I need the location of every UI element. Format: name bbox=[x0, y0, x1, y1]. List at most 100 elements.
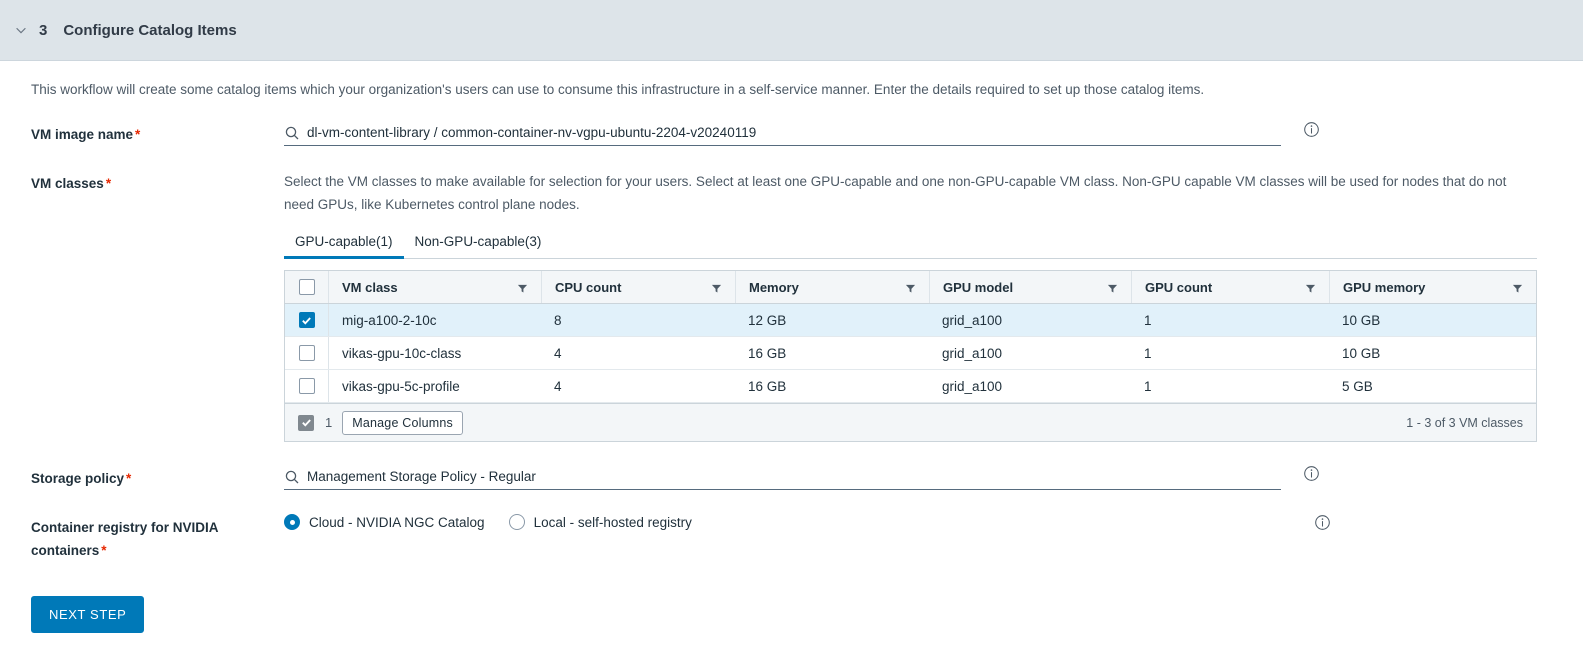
vm-image-name-value: dl-vm-content-library / common-container… bbox=[307, 125, 757, 140]
cell-gpu-model: grid_a100 bbox=[942, 345, 1003, 361]
column-header-gpu-count[interactable]: GPU count bbox=[1131, 271, 1329, 303]
vm-classes-table: VM class CPU count Memory GPU model GPU … bbox=[284, 270, 1537, 442]
storage-policy-row: Storage policy * Management Storage Polic… bbox=[0, 465, 1583, 490]
storage-policy-value: Management Storage Policy - Regular bbox=[307, 469, 536, 484]
select-all-header-cell bbox=[285, 271, 328, 303]
row-select-cell bbox=[285, 304, 328, 336]
cell-cpu-count: 4 bbox=[554, 345, 562, 361]
tab-non-gpu-capable[interactable]: Non-GPU-capable(3) bbox=[404, 230, 553, 259]
vm-classes-tabs: GPU-capable(1) Non-GPU-capable(3) bbox=[284, 230, 1537, 259]
radio-option-cloud-label: Cloud - NVIDIA NGC Catalog bbox=[309, 514, 485, 530]
vm-image-name-label-text: VM image name bbox=[31, 127, 134, 142]
cell-gpu-count: 1 bbox=[1144, 378, 1152, 394]
vm-image-name-row: VM image name * dl-vm-content-library / c… bbox=[0, 121, 1583, 146]
table-row[interactable]: vikas-gpu-5c-profile 4 16 GB grid_a100 1… bbox=[285, 370, 1536, 403]
table-row[interactable]: mig-a100-2-10c 8 12 GB grid_a100 1 10 GB bbox=[285, 304, 1536, 337]
required-asterisk: * bbox=[105, 176, 112, 191]
row-select-cell bbox=[285, 337, 328, 369]
container-registry-label: Container registry for NVIDIA containers… bbox=[31, 514, 284, 562]
column-header-gpu-memory-label: GPU memory bbox=[1343, 279, 1426, 295]
container-registry-field-col: Cloud - NVIDIA NGC Catalog Local - self-… bbox=[284, 514, 1583, 531]
filter-icon[interactable] bbox=[517, 282, 528, 293]
column-header-gpu-model[interactable]: GPU model bbox=[929, 271, 1131, 303]
cell-memory: 16 GB bbox=[748, 345, 787, 361]
column-header-gpu-count-label: GPU count bbox=[1145, 279, 1213, 295]
cell-gpu-count: 1 bbox=[1144, 312, 1152, 328]
cell-vm-class: mig-a100-2-10c bbox=[328, 304, 541, 336]
cell-vm-class: vikas-gpu-10c-class bbox=[328, 337, 541, 369]
column-header-vm-class-label: VM class bbox=[342, 279, 398, 295]
filter-icon[interactable] bbox=[905, 282, 916, 293]
info-circle-icon[interactable] bbox=[1303, 121, 1320, 138]
cell-memory: 16 GB bbox=[748, 378, 787, 394]
vm-classes-helper-text: Select the VM classes to make available … bbox=[284, 174, 1507, 212]
filter-icon[interactable] bbox=[711, 282, 722, 293]
storage-policy-field-col: Management Storage Policy - Regular bbox=[284, 465, 1583, 490]
cell-vm-class: vikas-gpu-5c-profile bbox=[328, 370, 541, 402]
radio-option-cloud[interactable]: Cloud - NVIDIA NGC Catalog bbox=[284, 514, 485, 530]
cell-cpu-count: 4 bbox=[554, 378, 562, 394]
table-footer: 1 Manage Columns 1 - 3 of 3 VM classes bbox=[285, 403, 1536, 441]
column-header-cpu-count-label: CPU count bbox=[555, 279, 622, 295]
manage-columns-button[interactable]: Manage Columns bbox=[342, 410, 464, 435]
cell-gpu-memory: 5 GB bbox=[1342, 378, 1373, 394]
vm-classes-label-text: VM classes bbox=[31, 176, 104, 191]
cell-gpu-model: grid_a100 bbox=[942, 378, 1003, 394]
vm-image-name-input[interactable]: dl-vm-content-library / common-container… bbox=[284, 121, 1281, 146]
vm-image-name-label: VM image name * bbox=[31, 121, 284, 146]
row-checkbox[interactable] bbox=[298, 312, 315, 328]
column-header-cpu-count[interactable]: CPU count bbox=[541, 271, 735, 303]
vm-image-name-field-col: dl-vm-content-library / common-container… bbox=[284, 121, 1583, 146]
vm-classes-field-col: Select the VM classes to make available … bbox=[284, 170, 1583, 442]
section-header: 3 Configure Catalog Items bbox=[0, 0, 1583, 61]
column-header-vm-class[interactable]: VM class bbox=[328, 271, 541, 303]
next-step-button[interactable]: NEXT STEP bbox=[31, 596, 145, 633]
info-circle-icon[interactable] bbox=[1303, 465, 1320, 482]
chevron-down-icon[interactable] bbox=[10, 19, 32, 41]
search-icon bbox=[284, 125, 300, 141]
form-content: This workflow will create some catalog i… bbox=[0, 61, 1583, 633]
filter-icon[interactable] bbox=[1107, 282, 1118, 293]
vm-classes-row: VM classes * Select the VM classes to mak… bbox=[0, 170, 1583, 442]
container-registry-label-line2-wrap: containers * bbox=[31, 539, 284, 562]
row-checkbox[interactable] bbox=[298, 378, 315, 394]
container-registry-label-line2: containers bbox=[31, 543, 100, 558]
storage-policy-label-text: Storage policy bbox=[31, 471, 125, 486]
column-header-gpu-memory[interactable]: GPU memory bbox=[1329, 271, 1536, 303]
container-registry-row: Container registry for NVIDIA containers… bbox=[0, 514, 1583, 562]
selected-count: 1 bbox=[325, 415, 333, 430]
container-registry-radio-group: Cloud - NVIDIA NGC Catalog Local - self-… bbox=[284, 514, 716, 530]
column-header-memory-label: Memory bbox=[749, 279, 799, 295]
column-header-gpu-model-label: GPU model bbox=[943, 279, 1014, 295]
info-circle-icon[interactable] bbox=[1314, 514, 1331, 531]
storage-policy-input[interactable]: Management Storage Policy - Regular bbox=[284, 465, 1281, 490]
filter-icon[interactable] bbox=[1305, 282, 1316, 293]
radio-button-local[interactable] bbox=[508, 514, 525, 530]
container-registry-label-line1: Container registry for NVIDIA bbox=[31, 520, 219, 535]
search-icon bbox=[284, 469, 300, 485]
radio-option-local-label: Local - self-hosted registry bbox=[533, 514, 692, 530]
radio-option-local[interactable]: Local - self-hosted registry bbox=[508, 514, 692, 530]
step-number: 3 bbox=[39, 21, 48, 39]
vm-classes-label: VM classes * bbox=[31, 170, 284, 195]
tab-gpu-capable[interactable]: GPU-capable(1) bbox=[284, 230, 404, 259]
column-header-memory[interactable]: Memory bbox=[735, 271, 929, 303]
storage-policy-field-wrap: Management Storage Policy - Regular bbox=[284, 465, 1583, 490]
actions-row: NEXT STEP bbox=[0, 596, 1583, 633]
select-all-checkbox[interactable] bbox=[298, 279, 315, 295]
required-asterisk: * bbox=[135, 127, 141, 142]
required-asterisk: * bbox=[126, 471, 132, 486]
cell-memory: 12 GB bbox=[748, 312, 787, 328]
cell-gpu-memory: 10 GB bbox=[1342, 345, 1381, 361]
row-checkbox[interactable] bbox=[298, 345, 315, 361]
required-asterisk: * bbox=[101, 543, 107, 558]
intro-text: This workflow will create some catalog i… bbox=[31, 82, 1205, 97]
pagination-text: 1 - 3 of 3 VM classes bbox=[1406, 415, 1523, 430]
footer-selection-checkbox[interactable] bbox=[298, 414, 314, 431]
table-row[interactable]: vikas-gpu-10c-class 4 16 GB grid_a100 1 … bbox=[285, 337, 1536, 370]
container-registry-options-wrap: Cloud - NVIDIA NGC Catalog Local - self-… bbox=[284, 514, 1583, 531]
page-title: Configure Catalog Items bbox=[63, 21, 237, 39]
radio-button-cloud[interactable] bbox=[284, 514, 300, 530]
table-header-row: VM class CPU count Memory GPU model GPU … bbox=[285, 271, 1536, 304]
filter-icon[interactable] bbox=[1512, 282, 1523, 293]
